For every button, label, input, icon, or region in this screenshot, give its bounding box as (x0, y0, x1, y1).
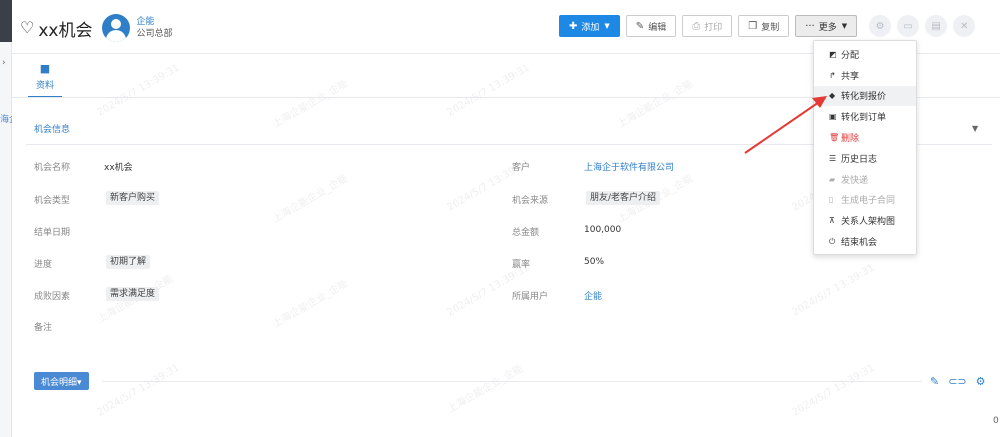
owner-department: 公司总部 (136, 29, 173, 39)
field-value-factor: 需求满足度 (106, 287, 160, 301)
close-icon[interactable]: ✕ (953, 15, 976, 37)
field-label-amount: 总金额 (512, 228, 540, 238)
field-label-close-date: 结单日期 (34, 228, 71, 238)
watermark-company: 上海企能企业_企能 (270, 78, 351, 131)
field-label-source: 机会来源 (512, 196, 549, 206)
trash-icon: 🗑 (829, 133, 840, 143)
field-value-user-link[interactable]: 企能 (584, 289, 602, 302)
field-label-user: 所属用户 (512, 292, 549, 302)
heart-icon[interactable]: ♡ (20, 20, 34, 36)
book-icon: ■ (39, 62, 51, 75)
field-value-progress: 初期了解 (106, 255, 151, 269)
menu-item-delete[interactable]: 🗑 删除 (814, 127, 916, 148)
field-value-customer-link[interactable]: 上海企于软件有限公司 (584, 160, 674, 173)
field-value-type: 新客户购买 (106, 191, 160, 205)
caret-down-icon: ▼ (604, 22, 610, 30)
tab-info-label: 资料 (35, 81, 54, 91)
print-icon: ⎙ (692, 20, 701, 32)
caret-down-icon: ▼ (841, 22, 848, 30)
field-label-type: 机会类型 (34, 196, 71, 206)
toggle-icon[interactable]: ⊂⊃ (948, 375, 966, 388)
ellipsis-icon: ··· (805, 20, 815, 32)
field-value-amount: 100,000 (584, 225, 622, 235)
plus-icon: ✚ (569, 20, 578, 32)
note-icon[interactable]: ▤ (925, 15, 948, 37)
field-label-rate: 赢率 (512, 260, 531, 270)
watermark-company: 上海企能企业_企能 (270, 173, 351, 226)
gear-icon[interactable]: ⚙ (976, 375, 986, 388)
avatar (102, 14, 131, 42)
copy-icon: ❐ (748, 20, 758, 32)
print-button[interactable]: ⎙ 打印 (682, 15, 733, 37)
detail-divider (102, 381, 922, 382)
copy-button[interactable]: ❐ 复制 (738, 15, 790, 37)
window-icon[interactable]: ▭ (897, 15, 920, 37)
share-icon: ↱ (829, 70, 836, 80)
field-value-source: 朋友/老客户介绍 (586, 191, 661, 205)
print-button-label: 打印 (704, 22, 723, 33)
owner-info: 企能 公司总部 (136, 16, 172, 40)
menu-item-convert-quote[interactable]: ◆ 转化到报价 (814, 85, 916, 107)
more-button[interactable]: ··· 更多 ▼ (795, 15, 858, 37)
field-value-name: xx机会 (104, 163, 133, 173)
pencil-icon[interactable]: ✎ (930, 375, 939, 388)
watermark-company: 上海企能企业_企能 (615, 78, 696, 131)
side-panel-text: 海企 (0, 115, 12, 125)
menu-item-assign[interactable]: ◩ 分配 (814, 44, 916, 65)
watermark-date: 2024/5/7 13:39:31 (95, 62, 182, 119)
menu-item-end-opportunity[interactable]: ⏻ 结束机会 (814, 231, 916, 252)
watermark-date: 2024/5/7 13:39:31 (790, 262, 877, 319)
toolbar: ✚ 添加 ▼ ✎ 编辑 ⎙ 打印 ❐ 复制 ··· 更多 ▼ ⚙ ▭ ▤ ✕ (559, 15, 976, 37)
field-label-note: 备注 (34, 323, 53, 333)
menu-item-send-express[interactable]: ▰ 发快递 (814, 169, 916, 190)
field-label-name: 机会名称 (34, 163, 71, 173)
field-value-rate: 50% (584, 257, 605, 267)
edge-text: 0 (993, 416, 999, 426)
edit-button[interactable]: ✎ 编辑 (625, 15, 677, 37)
watermark-company: 上海企能企业_企能 (445, 363, 526, 416)
watermark-company: 上海企能企业_企能 (270, 278, 351, 331)
tab-info[interactable]: ■ 资料 (28, 62, 62, 98)
opportunity-detail-panel: 2024/5/7 13:39:31 上海企能企业_企能 2024/5/7 13:… (12, 0, 1000, 437)
field-label-factor: 成败因素 (34, 292, 71, 302)
watermark-date: 2024/5/7 13:39:31 (445, 62, 532, 119)
field-label-customer: 客户 (512, 163, 531, 173)
edit-button-label: 编辑 (648, 22, 667, 33)
field-label-progress: 进度 (34, 260, 53, 270)
side-panel-dark-block (0, 0, 12, 42)
title-area: ♡ xx机会 企能 公司总部 (20, 14, 172, 42)
caret-down-icon[interactable]: ▼ (972, 124, 978, 133)
document-icon: ▯ (829, 195, 834, 205)
add-button[interactable]: ✚ 添加 ▼ (559, 15, 620, 37)
order-icon: ▣ (829, 112, 837, 122)
copy-button-label: 复制 (761, 22, 780, 33)
power-icon: ⏻ (829, 236, 836, 246)
list-icon: ☰ (829, 153, 837, 163)
chevron-right-icon[interactable]: › (2, 58, 6, 68)
more-dropdown-menu: ◩ 分配 ↱ 共享 ◆ 转化到报价 ▣ 转化到订单 🗑 删除 ☰ 历史日志 ▰ … (813, 40, 917, 255)
sitemap-icon: ⊼ (829, 216, 835, 226)
page-title: xx机会 (38, 20, 93, 41)
watermark-date: 2024/5/7 13:39:31 (95, 362, 182, 419)
more-button-label: 更多 (818, 22, 837, 33)
edit-icon: ✎ (635, 20, 645, 32)
menu-item-convert-order[interactable]: ▣ 转化到订单 (814, 106, 916, 127)
add-button-label: 添加 (581, 22, 600, 33)
side-panel-edge: › 海企 (0, 0, 12, 437)
gears-icon[interactable]: ⚙ (869, 15, 892, 37)
opportunity-detail-button[interactable]: 机会明细▾ (34, 372, 89, 390)
menu-item-generate-contract[interactable]: ▯ 生成电子合同 (814, 190, 916, 211)
owner-name-link[interactable]: 企能 (136, 16, 172, 28)
menu-item-relation-chart[interactable]: ⊼ 关系人架构图 (814, 210, 916, 231)
assign-icon: ◩ (829, 49, 837, 59)
menu-item-share[interactable]: ↱ 共享 (814, 65, 916, 86)
detail-actions: ✎ ⊂⊃ ⚙ (930, 375, 995, 388)
truck-icon: ▰ (829, 174, 836, 184)
watermark-date: 2024/5/7 13:39:31 (790, 362, 877, 419)
section-title[interactable]: 机会信息 (34, 122, 70, 135)
quote-icon: ◆ (829, 91, 836, 101)
menu-item-history-log[interactable]: ☰ 历史日志 (814, 148, 916, 169)
